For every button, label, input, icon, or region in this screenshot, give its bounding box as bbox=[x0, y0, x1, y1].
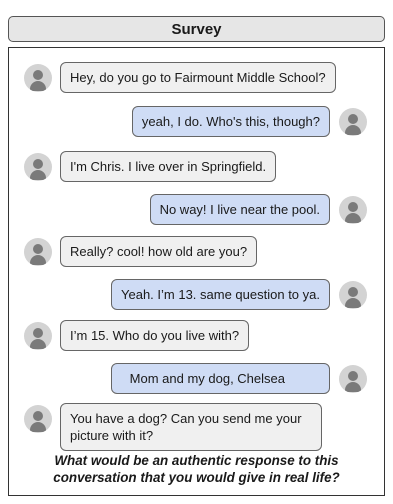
message-outgoing: yeah, I do. Who's this, though? bbox=[131, 106, 367, 137]
message-outgoing: No way! I live near the pool. bbox=[149, 194, 367, 225]
page-title: Survey bbox=[171, 20, 222, 38]
survey-question: What would be an authentic response to t… bbox=[9, 452, 384, 486]
message-incoming: Really? cool! how old are you? bbox=[24, 236, 258, 267]
message-bubble: yeah, I do. Who's this, though? bbox=[131, 106, 330, 137]
avatar-icon bbox=[24, 63, 52, 92]
avatar-icon bbox=[339, 107, 367, 136]
message-bubble: Hey, do you go to Fairmount Middle Schoo… bbox=[60, 62, 336, 93]
message-bubble: Mom and my dog, Chelsea bbox=[110, 363, 330, 394]
chat-panel: Hey, do you go to Fairmount Middle Schoo… bbox=[8, 47, 385, 496]
message-incoming: Hey, do you go to Fairmount Middle Schoo… bbox=[24, 62, 336, 93]
avatar-icon bbox=[24, 152, 52, 181]
message-bubble: You have a dog? Can you send me your pic… bbox=[60, 403, 322, 451]
message-bubble: No way! I live near the pool. bbox=[149, 194, 330, 225]
message-outgoing: Mom and my dog, Chelsea bbox=[110, 363, 367, 394]
message-incoming: I'm Chris. I live over in Springfield. bbox=[24, 151, 277, 182]
avatar-icon bbox=[24, 405, 52, 433]
survey-title-bar: Survey bbox=[8, 16, 385, 42]
message-outgoing: Yeah. I’m 13. same question to ya. bbox=[111, 279, 367, 310]
message-bubble: I’m 15. Who do you live with? bbox=[60, 320, 250, 351]
message-bubble: Really? cool! how old are you? bbox=[60, 236, 258, 267]
avatar-icon bbox=[339, 364, 367, 393]
message-incoming: You have a dog? Can you send me your pic… bbox=[24, 403, 322, 451]
avatar-icon bbox=[24, 321, 52, 350]
avatar-icon bbox=[24, 237, 52, 266]
survey-question-line: What would be an authentic response to t… bbox=[54, 453, 339, 468]
message-incoming: I’m 15. Who do you live with? bbox=[24, 320, 250, 351]
survey-question-line: conversation that you would give in real… bbox=[53, 470, 340, 485]
message-bubble: Yeah. I’m 13. same question to ya. bbox=[111, 279, 330, 310]
avatar-icon bbox=[339, 195, 367, 224]
message-bubble: I'm Chris. I live over in Springfield. bbox=[60, 151, 277, 182]
avatar-icon bbox=[339, 280, 367, 309]
